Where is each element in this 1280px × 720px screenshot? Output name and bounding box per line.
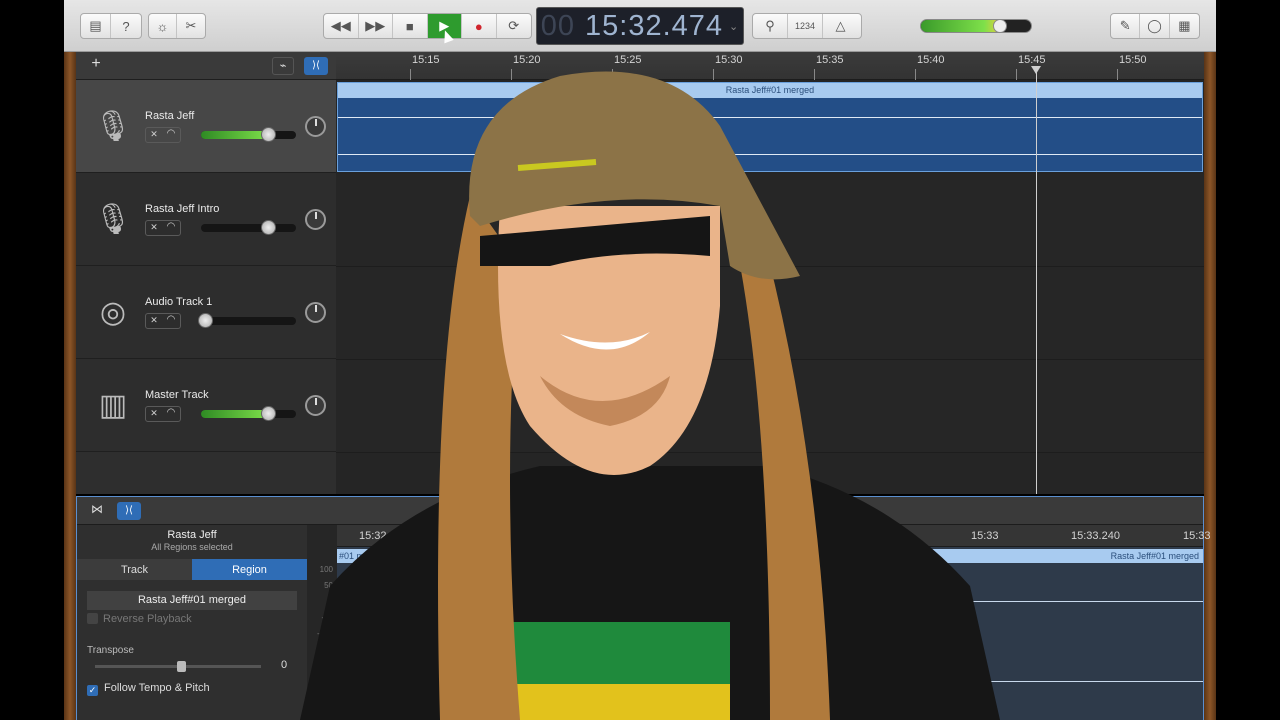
notepad-icon[interactable]: ✎ xyxy=(1111,14,1141,38)
headphones-icon[interactable]: ◠ xyxy=(164,128,178,141)
level-meter xyxy=(201,410,270,418)
tools-group: ⚲ 1234 △ xyxy=(752,13,862,39)
microphone-icon: 🎙 xyxy=(93,202,133,236)
editor-snap-icon[interactable]: ⟩⟨ xyxy=(117,502,141,520)
ruler-tick-label: 15:20 xyxy=(513,54,541,66)
track-volume-slider[interactable] xyxy=(201,220,296,235)
track-name[interactable]: Master Track xyxy=(145,389,209,401)
count-in-button[interactable]: 1234 xyxy=(788,14,823,38)
level-meter xyxy=(201,131,270,139)
track-name[interactable]: Audio Track 1 xyxy=(145,296,212,308)
headphones-icon[interactable]: ◠ xyxy=(164,407,178,420)
region-inspector: Rasta Jeff All Regions selected Track Re… xyxy=(77,525,307,720)
loop-icon[interactable]: ◯ xyxy=(1140,14,1170,38)
track-name[interactable]: Rasta Jeff xyxy=(145,110,194,122)
headphones-icon[interactable]: ◠ xyxy=(164,314,178,327)
ruler-tick-mark xyxy=(1016,69,1017,80)
flex-time-icon[interactable]: ⋈ xyxy=(87,502,107,520)
transpose-slider[interactable] xyxy=(95,661,261,672)
editor-buttons: ☼ ✂ xyxy=(148,13,206,39)
transport-controls: ◀◀ ▶▶ ■ ▶ ● ⟳ xyxy=(323,13,532,39)
mute-icon[interactable]: ✕ xyxy=(147,129,161,141)
smart-controls-icon[interactable]: ☼ xyxy=(149,14,177,38)
shirt-yellow-stripe xyxy=(490,684,730,720)
mute-icon[interactable]: ✕ xyxy=(147,222,161,234)
checkmark-icon: ✓ xyxy=(87,685,98,696)
fast-forward-icon[interactable]: ▶▶ xyxy=(359,14,393,38)
lcd-display[interactable]: 00 15:32.474 ⌄ xyxy=(536,7,744,45)
editor-ruler-tick-label: 15:33 xyxy=(1183,530,1211,542)
headphones-icon[interactable]: ◠ xyxy=(164,221,178,234)
inspector-tabs: Track Region xyxy=(77,559,307,580)
track-volume-slider[interactable] xyxy=(201,406,296,421)
scissors-icon[interactable]: ✂ xyxy=(177,14,205,38)
ruler-tick-mark xyxy=(1117,69,1118,80)
tab-track[interactable]: Track xyxy=(77,559,192,580)
mute-icon[interactable]: ✕ xyxy=(147,408,161,420)
rewind-icon[interactable]: ◀◀ xyxy=(324,14,359,38)
stop-icon[interactable]: ■ xyxy=(393,14,428,38)
checkbox-icon xyxy=(87,613,98,624)
track-name[interactable]: Rasta Jeff Intro xyxy=(145,203,219,215)
ruler-tick-label: 15:30 xyxy=(715,54,743,66)
master-volume-knob[interactable] xyxy=(993,20,1008,32)
ruler-tick-label: 15:25 xyxy=(614,54,642,66)
track-volume-slider[interactable] xyxy=(197,313,296,328)
metronome-icon[interactable]: △ xyxy=(823,14,858,38)
volume-knob[interactable] xyxy=(261,406,277,421)
ruler-tick-label: 15:50 xyxy=(1119,54,1147,66)
ruler-tick-label: 15:15 xyxy=(412,54,440,66)
ruler-tick-label: 15:45 xyxy=(1018,54,1046,66)
transpose-label: Transpose xyxy=(87,645,134,656)
volume-knob[interactable] xyxy=(197,313,213,328)
cycle-icon[interactable]: ⟳ xyxy=(497,14,531,38)
editor-region-title-right: Rasta Jeff#01 merged xyxy=(1110,551,1199,561)
cartoon-avatar-overlay xyxy=(300,71,1000,720)
playhead[interactable] xyxy=(1031,66,1041,494)
browser-buttons: ✎ ◯ ▦ xyxy=(1110,13,1200,39)
editor-subtitle: All Regions selected xyxy=(151,542,233,552)
editor-ruler-tick-label: 15:33.240 xyxy=(1071,530,1120,542)
master-volume-slider[interactable] xyxy=(920,19,1032,33)
turntable-icon: ◎ xyxy=(99,295,127,329)
volume-knob[interactable] xyxy=(261,220,277,235)
follow-tempo-checkbox[interactable]: ✓ Follow Tempo & Pitch xyxy=(87,682,210,696)
microphone-icon: 🎙 xyxy=(93,109,133,143)
library-icon[interactable]: ▤ xyxy=(81,14,111,38)
ruler-tick-label: 15:35 xyxy=(816,54,844,66)
editor-track-name: Rasta Jeff xyxy=(167,529,217,541)
add-track-button[interactable]: + xyxy=(86,55,106,75)
lcd-bars: 00 xyxy=(540,9,576,42)
lcd-time: 15:32.474 xyxy=(585,9,724,42)
transpose-value: 0 xyxy=(281,659,288,671)
media-icon[interactable]: ▦ xyxy=(1170,14,1199,38)
mixer-icon: ▥ xyxy=(98,388,128,422)
ruler-tick-label: 15:40 xyxy=(917,54,945,66)
track-volume-slider[interactable] xyxy=(201,127,296,142)
chevron-down-icon[interactable]: ⌄ xyxy=(729,20,739,33)
help-icon[interactable]: ? xyxy=(111,14,141,38)
reverse-playback-label: Reverse Playback xyxy=(103,613,192,625)
master-volume-fill xyxy=(921,20,1001,32)
mute-icon[interactable]: ✕ xyxy=(147,315,161,327)
reverse-playback-checkbox[interactable]: Reverse Playback xyxy=(87,613,192,625)
region-name-field[interactable]: Rasta Jeff#01 merged xyxy=(87,591,297,610)
transpose-knob[interactable] xyxy=(177,661,186,672)
view-buttons: ▤ ? xyxy=(80,13,142,39)
tuner-icon[interactable]: ⚲ xyxy=(753,14,788,38)
record-icon[interactable]: ● xyxy=(462,14,497,38)
volume-knob[interactable] xyxy=(261,127,277,142)
toolbar: ▤ ? ☼ ✂ ◀◀ ▶▶ ■ ▶ ● ⟳ 00 15:32.474 ⌄ ⚲ 1… xyxy=(64,0,1216,52)
follow-tempo-label: Follow Tempo & Pitch xyxy=(104,682,210,694)
